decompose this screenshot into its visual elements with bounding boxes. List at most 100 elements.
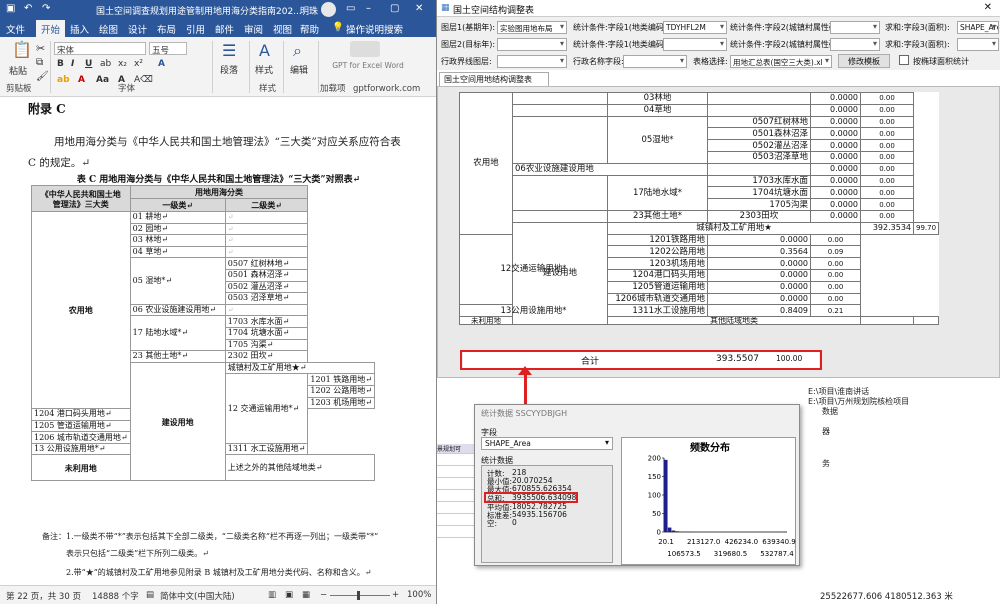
catalog-item[interactable]: 务 — [822, 458, 830, 469]
body-paragraph-line1: 用地用海分类与《中华人民共和国土地管理法》“三大类”对应关系应符合表 — [54, 136, 401, 148]
minimize-icon[interactable]: – — [366, 3, 371, 14]
font-size-select[interactable]: 五号 — [149, 42, 187, 56]
table-cell — [512, 92, 608, 105]
structure-grid[interactable]: 农用地 03林地 0.0000 0.00 04草地 0.0000 0.00 05湿地* 05… — [437, 86, 1000, 378]
dialog-title: 统计数据 SSCYYDBJGH — [481, 409, 568, 418]
table-template-select[interactable]: 用地汇总表(国空三大类).xl — [730, 55, 832, 68]
close-icon[interactable]: ✕ — [415, 3, 423, 14]
grow-font-icon[interactable]: Aa — [96, 75, 109, 85]
tab-layout[interactable]: 布局 — [157, 22, 176, 36]
strikethrough-icon[interactable]: ab — [100, 59, 111, 69]
tab-mailings[interactable]: 邮件 — [215, 22, 234, 36]
admin-name-select[interactable] — [623, 55, 687, 68]
layer2-select[interactable] — [497, 38, 567, 51]
table-cell: ↵ — [224, 222, 309, 236]
tab-draw[interactable]: 绘图 — [99, 22, 118, 36]
avatar[interactable] — [321, 2, 336, 17]
page-count[interactable]: 第 22 页，共 30 页 — [6, 590, 81, 602]
gpt-addin-button[interactable]: GPT for Excel Word — [328, 61, 408, 70]
proofing-icon[interactable]: ▤ — [146, 590, 154, 600]
cut-icon[interactable]: ✂ — [36, 42, 45, 55]
boundary-layer-select[interactable] — [497, 55, 567, 68]
text-effects-icon[interactable]: A — [158, 59, 165, 69]
target-field3-select[interactable] — [957, 38, 999, 51]
value-cell: 0.0000 — [810, 162, 861, 176]
field-select[interactable]: SHAPE_Area — [481, 437, 613, 450]
copy-icon[interactable]: ⧉ — [36, 57, 43, 68]
table-cell: 1206城市轨道交通用地 — [607, 292, 708, 306]
statistics-dialog: 统计数据 SSCYYDBJGH 字段 SHAPE_Area ▾ 统计数据 计数:… — [474, 404, 800, 566]
superscript-icon[interactable]: x² — [134, 59, 143, 69]
field3-select[interactable]: SHAPE_Area — [957, 21, 999, 34]
pct-cell: 0.00 — [860, 139, 914, 152]
styles-button[interactable]: 样式 — [255, 63, 273, 76]
field1-select[interactable]: TDYHFL2M — [663, 21, 727, 34]
layer1-select[interactable]: 实验图用地布局 — [497, 21, 567, 34]
styles-group-label: 样式 — [259, 84, 277, 94]
x-tick-label: 319680.5 — [714, 550, 747, 558]
x-tick-label: 426234.0 — [725, 538, 758, 546]
x-tick-label: 639340.9 — [762, 538, 795, 546]
redo-icon[interactable]: ↷ — [42, 3, 50, 14]
read-mode-icon[interactable]: ▥ — [268, 590, 276, 600]
paste-button[interactable]: 粘贴 — [9, 64, 27, 77]
zoom-level[interactable]: 100% — [407, 590, 431, 600]
ellipsoid-area-checkbox[interactable] — [899, 55, 909, 65]
font-name-select[interactable]: 宋体 — [54, 42, 146, 56]
print-layout-icon[interactable]: ▣ — [285, 590, 293, 600]
find-icon[interactable]: ⌕ — [293, 41, 302, 61]
close-icon[interactable]: ✕ — [984, 2, 992, 13]
underline-icon[interactable]: U — [85, 59, 92, 69]
editing-button[interactable]: 编辑 — [290, 63, 308, 76]
styles-icon[interactable]: A — [259, 41, 270, 60]
target-field2-select[interactable] — [830, 38, 880, 51]
format-painter-icon[interactable]: 🖌 — [36, 71, 49, 82]
undo-icon[interactable]: ↶ — [24, 3, 32, 14]
chevron-down-icon[interactable]: ▾ — [605, 438, 609, 447]
zoom-in-icon[interactable]: + — [392, 590, 399, 600]
y-tick-label: 100 — [648, 492, 661, 500]
target-field1-select[interactable] — [663, 38, 727, 51]
table-cell: ↵ — [224, 303, 309, 317]
tab-help[interactable]: 帮助 — [300, 22, 319, 36]
value-cell: 0.0000 — [810, 209, 861, 223]
ribbon-display-icon[interactable]: ▭ — [346, 3, 355, 14]
tab-references[interactable]: 引用 — [186, 22, 205, 36]
paragraph-button[interactable]: 段落 — [220, 63, 238, 76]
y-tick-label: 50 — [652, 510, 661, 518]
catalog-item[interactable]: 数据 — [822, 406, 838, 417]
save-icon[interactable]: ▣ — [6, 3, 15, 14]
language[interactable]: 简体中文(中国大陆) — [160, 590, 235, 602]
label: 行政界线图层: — [441, 57, 492, 66]
tab-design[interactable]: 设计 — [128, 22, 147, 36]
subscript-icon[interactable]: x₂ — [118, 59, 127, 69]
zoom-slider[interactable] — [330, 595, 390, 596]
tab-home[interactable]: 开始 — [36, 20, 66, 37]
tell-me-search[interactable]: 操作说明搜索 — [346, 22, 403, 36]
font-color-icon[interactable]: A — [78, 75, 85, 85]
tab-review[interactable]: 审阅 — [244, 22, 263, 36]
pct-cell: 0.00 — [810, 268, 861, 282]
tab-insert[interactable]: 插入 — [70, 22, 89, 36]
clear-format-icon[interactable]: A⌫ — [134, 75, 153, 85]
paste-icon[interactable]: 📋 — [12, 40, 32, 59]
field2-select[interactable] — [830, 21, 880, 34]
web-layout-icon[interactable]: ▦ — [302, 590, 310, 600]
tab-view[interactable]: 视图 — [273, 22, 292, 36]
table-note-1: 备注：1.一级类不带“*”表示包括其下全部二级类，“二级类名称”栏不再逐一列出；… — [42, 532, 379, 541]
catalog-item[interactable]: 器 — [822, 426, 830, 437]
word-count[interactable]: 14888 个字 — [92, 590, 139, 602]
bold-icon[interactable]: B — [57, 59, 64, 69]
edit-template-button[interactable]: 修改模板 — [838, 54, 890, 68]
checkbox-label: 按椭球面积统计 — [913, 57, 969, 66]
paragraph-icon[interactable]: ☰ — [222, 41, 236, 60]
zoom-out-icon[interactable]: − — [320, 590, 327, 600]
maximize-icon[interactable]: ▢ — [390, 3, 399, 14]
highlight-icon[interactable]: ab — [57, 75, 70, 85]
tab-file[interactable]: 文件 — [6, 22, 25, 36]
document-page[interactable]: 附录 C 用地用海分类与《中华人民共和国土地管理法》“三大类”对应关系应符合表 … — [0, 97, 436, 585]
tab-structure-table[interactable]: 国土空间用地结构调整表 — [439, 72, 549, 86]
zoom-thumb[interactable] — [357, 591, 360, 600]
header-text: 《中华人民共和国土地 — [40, 188, 121, 199]
italic-icon[interactable]: I — [71, 59, 74, 69]
